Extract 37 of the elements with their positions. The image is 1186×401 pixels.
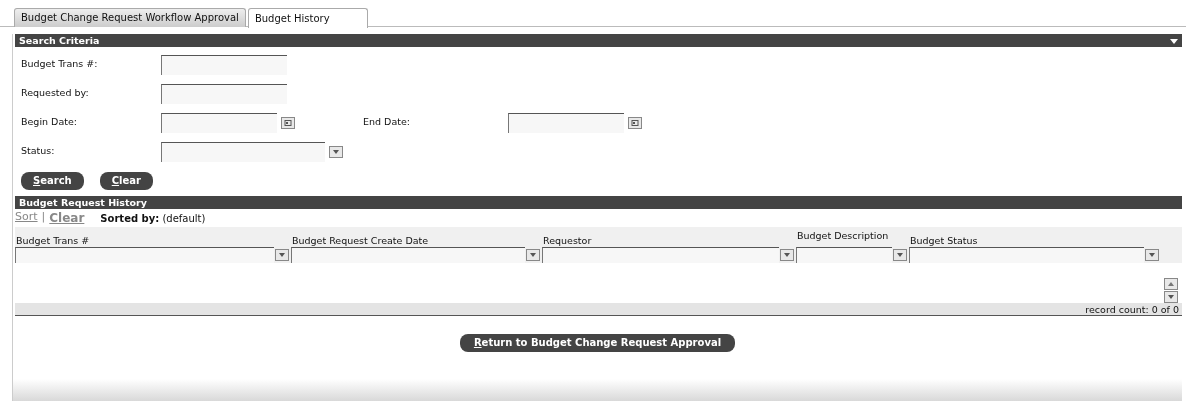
- field-label: Requested by:: [21, 86, 90, 101]
- input-field[interactable]: [161, 83, 287, 104]
- filter-field[interactable]: [796, 247, 892, 263]
- filter-field[interactable]: [909, 247, 1144, 263]
- scroll-up-icon[interactable]: [1164, 278, 1178, 290]
- filter-field[interactable]: [542, 247, 779, 263]
- date-field[interactable]: [161, 112, 277, 133]
- sort-link[interactable]: Sort: [15, 209, 38, 227]
- clear-link[interactable]: Clear: [49, 209, 85, 227]
- column-header[interactable]: Budget Status: [909, 234, 1159, 247]
- calendar-icon[interactable]: [628, 116, 642, 129]
- field-label: Status:: [21, 144, 56, 159]
- column-header[interactable]: Budget Description: [796, 229, 907, 242]
- column-header[interactable]: Budget Request Create Date: [291, 234, 540, 247]
- filter-field[interactable]: [291, 247, 525, 263]
- filter-field[interactable]: [15, 247, 274, 263]
- tab[interactable]: Budget History: [247, 8, 368, 28]
- input-field[interactable]: [161, 54, 287, 75]
- field-label: Begin Date:: [21, 115, 78, 130]
- sort-status: Sorted by: (default): [100, 211, 206, 226]
- record-count: record count: 0 of 0: [15, 303, 1182, 316]
- calendar-icon[interactable]: [281, 116, 295, 129]
- separator: |: [41, 209, 46, 225]
- section-title: Search Criteria: [19, 34, 100, 47]
- collapse-icon[interactable]: [1170, 37, 1178, 44]
- column-header[interactable]: Budget Trans #: [15, 234, 289, 247]
- date-field[interactable]: [508, 112, 624, 133]
- dropdown-field[interactable]: [161, 141, 325, 162]
- section-title: Budget Request History: [19, 196, 147, 209]
- scroll-down-icon[interactable]: [1164, 291, 1178, 303]
- search-button[interactable]: Search: [21, 172, 84, 190]
- clear-button[interactable]: Clear: [99, 172, 153, 190]
- field-label: Budget Trans #:: [21, 57, 99, 72]
- column-header[interactable]: Requestor: [542, 234, 794, 247]
- field-label: End Date:: [362, 115, 411, 130]
- tab[interactable]: Budget Change Request Workflow Approval: [14, 8, 246, 27]
- return-button[interactable]: Return to Budget Change Request Approval: [459, 334, 736, 352]
